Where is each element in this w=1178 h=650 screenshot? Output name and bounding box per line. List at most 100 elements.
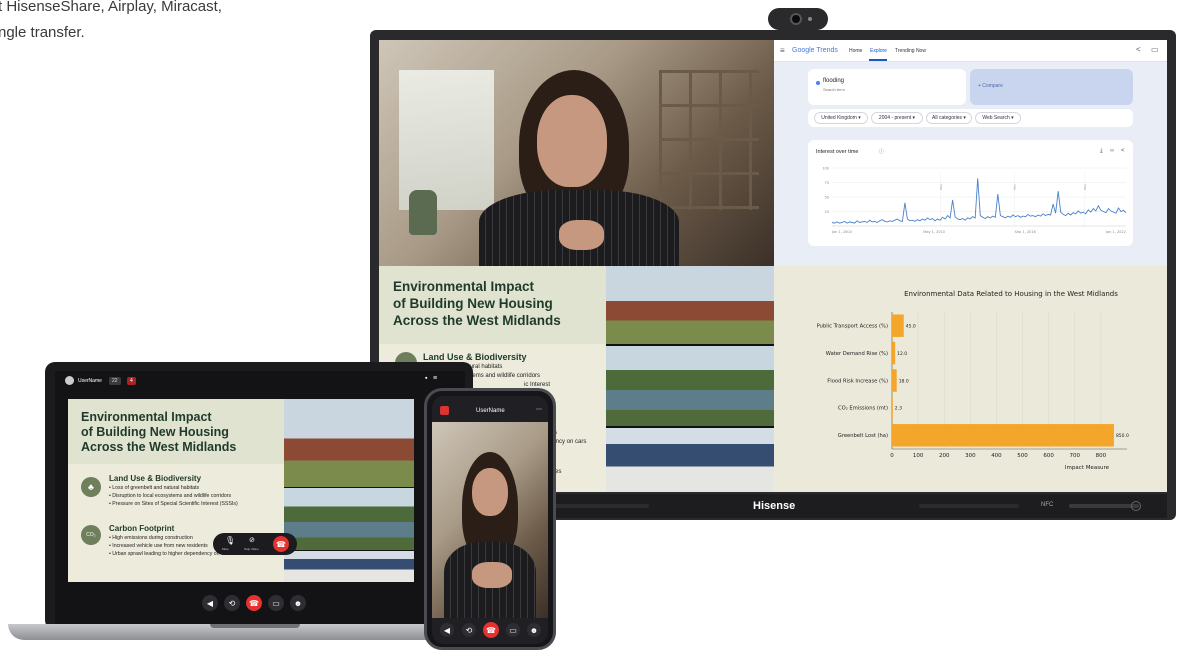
bc-tick-label: 100 <box>913 453 924 459</box>
switch-camera-button[interactable]: ⟲ <box>224 595 240 611</box>
phone-switch-camera-button[interactable]: ⟲ <box>462 623 476 637</box>
video-off-icon[interactable]: ⊘ <box>249 536 255 544</box>
bc-tick-label: 700 <box>1070 453 1081 459</box>
phone-video <box>432 422 548 618</box>
bc-category-label: CO₂ Emissions (mt) <box>838 406 888 412</box>
environmental-bar-chart: Environmental Data Related to Housing in… <box>817 290 1129 471</box>
participants-button[interactable]: ☻ <box>290 595 306 611</box>
tv-brand-logo: Hisense <box>753 500 796 512</box>
phone-screen: UserName ⋯ ◀ ⟲ ☎ ▭ ☻ <box>432 396 548 644</box>
record-icon[interactable] <box>440 406 449 415</box>
mic-icon[interactable]: 🎙 <box>225 536 235 545</box>
bc-tick-label: 400 <box>991 453 1002 459</box>
nav-trending-now[interactable]: Trending Now <box>895 48 926 54</box>
search-term-card[interactable]: flooding Search term <box>808 69 966 105</box>
tv-slide-title-3: Across the West Midlands <box>393 313 561 328</box>
intro-text: t HisenseShare, Airplay, Miracast, ngle … <box>0 0 222 46</box>
mute-label: Mute <box>222 547 229 551</box>
embed-icon[interactable]: ‹› <box>1110 148 1114 154</box>
compare-card[interactable]: + Compare <box>970 69 1133 105</box>
gt-y-label: 50 <box>825 196 829 200</box>
filter-time[interactable]: 2004 - present ▾ <box>871 112 923 124</box>
river-photo <box>606 346 774 426</box>
laptop-slide-b1-0: • Loss of greenbelt and natural habitats <box>109 485 200 491</box>
laptop-slide-b2-0: • High emissions during construction <box>109 535 193 541</box>
nav-home[interactable]: Home <box>849 48 862 54</box>
laptop-slide-b2-1: • Increased vehicle use from new residen… <box>109 543 208 549</box>
nfc-label: NFC <box>1041 502 1054 508</box>
laptop-notch <box>210 624 300 628</box>
intro-line-1: t HisenseShare, Airplay, Miracast, <box>0 0 222 15</box>
alert-badge[interactable]: 4 <box>127 377 136 385</box>
menu-icon[interactable]: ≡ <box>780 46 785 55</box>
laptop-slide-title-2: of Building New Housing <box>81 425 229 439</box>
gt-x-label: Jan 1, 2022 <box>1105 230 1126 234</box>
share-chart-icon[interactable]: < <box>1121 148 1125 154</box>
laptop-solar-photo <box>284 551 414 582</box>
filter-country[interactable]: United Kingdom ▾ <box>814 112 868 124</box>
phone-end-call-button[interactable]: ☎ <box>483 622 499 638</box>
phone-speaker-button[interactable]: ◀ <box>440 623 454 637</box>
tree-icon: ♣ <box>81 477 101 497</box>
laptop-username: UserName <box>78 378 102 384</box>
hands <box>559 220 604 250</box>
phone-participants-button[interactable]: ☻ <box>527 623 541 637</box>
google-trends-panel: ≡ Google Trends Home Explore Trending No… <box>774 40 1167 266</box>
bc-value-label: 2.3 <box>895 406 902 412</box>
filter-bar: United Kingdom ▾ 2004 - present ▾ All ca… <box>808 109 1133 127</box>
bc-value-label: 850.0 <box>1116 433 1129 439</box>
bc-tick-label: 600 <box>1043 453 1054 459</box>
participants-badge[interactable]: 22 <box>109 377 121 385</box>
bc-bar <box>892 396 893 420</box>
bc-bar <box>892 369 897 392</box>
camera-led-icon <box>808 17 812 21</box>
feedback-icon[interactable]: ▭ <box>1151 45 1159 54</box>
speaker-mute-button[interactable]: ◀ <box>202 595 218 611</box>
laptop-slide-title: Environmental Impact of Building New Hou… <box>81 410 236 455</box>
gt-note-label: Note <box>939 184 943 190</box>
phone-hands <box>472 562 512 588</box>
tv-slide-title-2: of Building New Housing <box>393 296 553 311</box>
floating-call-controls: 🎙 Mute ⊘ Stop Video ☎ <box>213 533 297 555</box>
download-icon[interactable]: ⤓ <box>1100 148 1103 155</box>
face <box>537 95 607 187</box>
co2-cloud-icon: CO₂ <box>81 525 101 545</box>
gt-y-label: 100 <box>822 167 829 171</box>
laptop-slide-b1-1: • Disruption to local ecosystems and wil… <box>109 493 232 499</box>
bc-value-label: 18.0 <box>899 378 909 384</box>
end-call-button[interactable]: ☎ <box>246 595 262 611</box>
phone-video-button[interactable]: ▭ <box>506 623 520 637</box>
bc-tick-label: 800 <box>1096 453 1107 459</box>
laptop-slide-title-3: Across the West Midlands <box>81 440 237 454</box>
help-icon[interactable]: ⓘ <box>879 148 884 155</box>
bar-chart-panel: Environmental Data Related to Housing in… <box>774 266 1167 492</box>
filter-search-type[interactable]: Web Search ▾ <box>975 112 1021 124</box>
houses-photo <box>606 266 774 344</box>
laptop-houses-photo <box>284 399 414 487</box>
interest-over-time-card: Interest over time ⓘ ⤓ ‹› < 100 75 50 25 Ja… <box>808 140 1133 246</box>
share-icon[interactable]: < <box>1136 45 1141 54</box>
video-toggle-button[interactable]: ▭ <box>268 595 284 611</box>
filter-category[interactable]: All categories ▾ <box>926 112 972 124</box>
gt-y-label: 75 <box>825 181 829 185</box>
laptop-slide-h2: Carbon Footprint <box>109 524 175 533</box>
camera-lens-icon <box>790 13 802 25</box>
solar-roof-photo <box>606 428 774 492</box>
bc-tick-label: 300 <box>965 453 976 459</box>
menu-icon[interactable]: ≡ <box>433 375 437 382</box>
hang-up-button[interactable]: ☎ <box>273 536 289 552</box>
trends-logo[interactable]: Google Trends <box>792 47 838 54</box>
bar-chart-title: Environmental Data Related to Housing in… <box>904 290 1118 298</box>
tv-slide-title-1: Environmental Impact <box>393 279 535 294</box>
speaker-grille-right <box>919 504 1019 508</box>
marketing-scene: t HisenseShare, Airplay, Miracast, ngle … <box>0 0 1178 650</box>
bc-value-label: 45.0 <box>906 324 916 330</box>
front-buttons[interactable] <box>1069 504 1139 508</box>
laptop-slide-b1-2: • Pressure on Sites of Special Scientifi… <box>109 501 238 507</box>
phone-username: UserName <box>476 408 505 414</box>
power-icon[interactable] <box>1131 501 1141 511</box>
layout-icon[interactable]: ▪ <box>425 375 427 382</box>
more-icon[interactable]: ⋯ <box>536 406 542 413</box>
search-term-sub: Search term <box>823 87 845 92</box>
nav-explore[interactable]: Explore <box>870 48 887 54</box>
